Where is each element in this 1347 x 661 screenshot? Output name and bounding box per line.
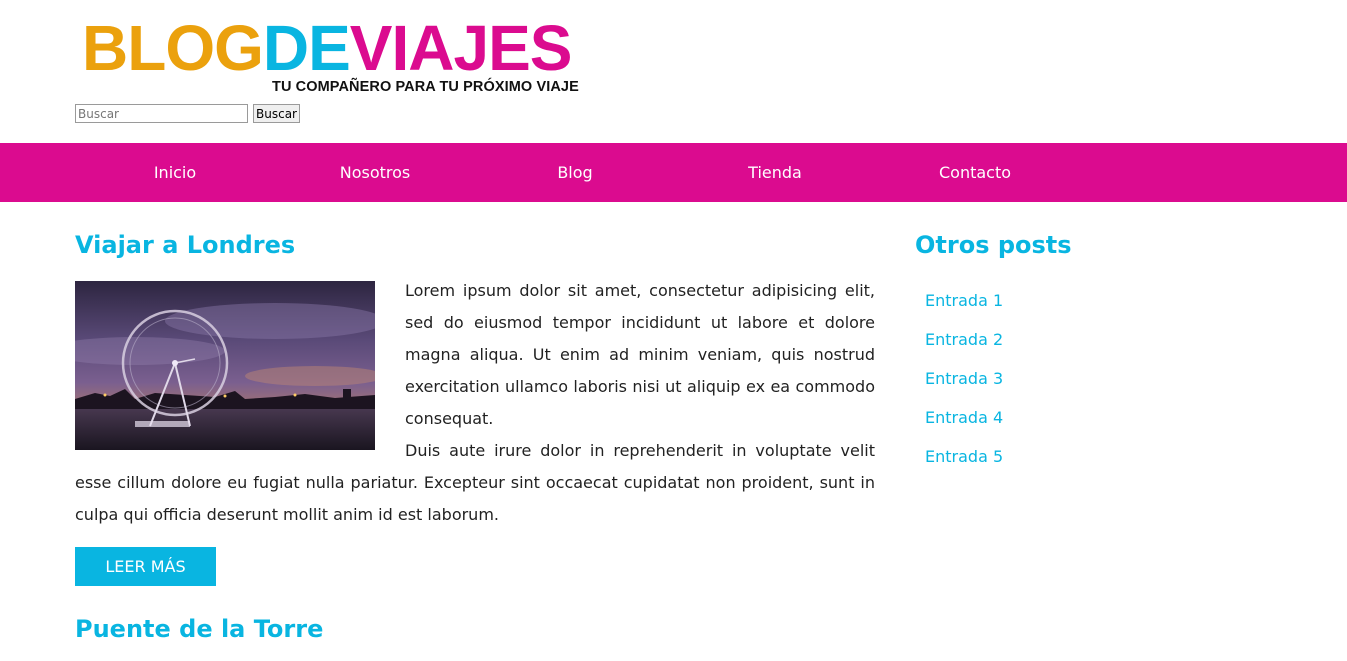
- nav-item-contacto[interactable]: Contacto: [939, 143, 1011, 202]
- nav-item-nosotros[interactable]: Nosotros: [340, 143, 411, 202]
- logo-part-de: DE: [262, 12, 351, 84]
- logo-part-viajes: VIAJES: [349, 12, 573, 84]
- sidebar-item-entrada-2[interactable]: Entrada 2: [925, 327, 1003, 366]
- sidebar-title: Otros posts: [915, 231, 1072, 259]
- image-float-spacer: [75, 281, 405, 450]
- logo-tagline: TU COMPAÑERO PARA TU PRÓXIMO VIAJE: [272, 79, 579, 95]
- sidebar-item-entrada-4[interactable]: Entrada 4: [925, 405, 1003, 444]
- sidebar-item-entrada-5[interactable]: Entrada 5: [925, 444, 1003, 483]
- main-nav: Inicio Nosotros Blog Tienda Contacto: [0, 143, 1347, 202]
- nav-item-tienda[interactable]: Tienda: [748, 143, 802, 202]
- post-title[interactable]: Viajar a Londres: [75, 231, 295, 259]
- sidebar-list: Entrada 1 Entrada 2 Entrada 3 Entrada 4 …: [925, 288, 1003, 483]
- sidebar-item-entrada-1[interactable]: Entrada 1: [925, 288, 1003, 327]
- search-form: Buscar: [75, 104, 300, 123]
- sidebar-item-entrada-3[interactable]: Entrada 3: [925, 366, 1003, 405]
- logo-wordmark: BLOGDEVIAJES: [82, 16, 572, 80]
- post-body: Lorem ipsum dolor sit amet, consectetur …: [75, 281, 875, 531]
- site-logo[interactable]: BLOGDEVIAJES TU COMPAÑERO PARA TU PRÓXIM…: [82, 16, 579, 95]
- logo-part-blog: BLOG: [82, 12, 264, 84]
- nav-item-blog[interactable]: Blog: [557, 143, 592, 202]
- post-title-2[interactable]: Puente de la Torre: [75, 615, 323, 643]
- nav-item-inicio[interactable]: Inicio: [154, 143, 196, 202]
- search-button[interactable]: Buscar: [253, 104, 300, 123]
- read-more-button[interactable]: LEER MÁS: [75, 547, 216, 586]
- search-input[interactable]: [75, 104, 248, 123]
